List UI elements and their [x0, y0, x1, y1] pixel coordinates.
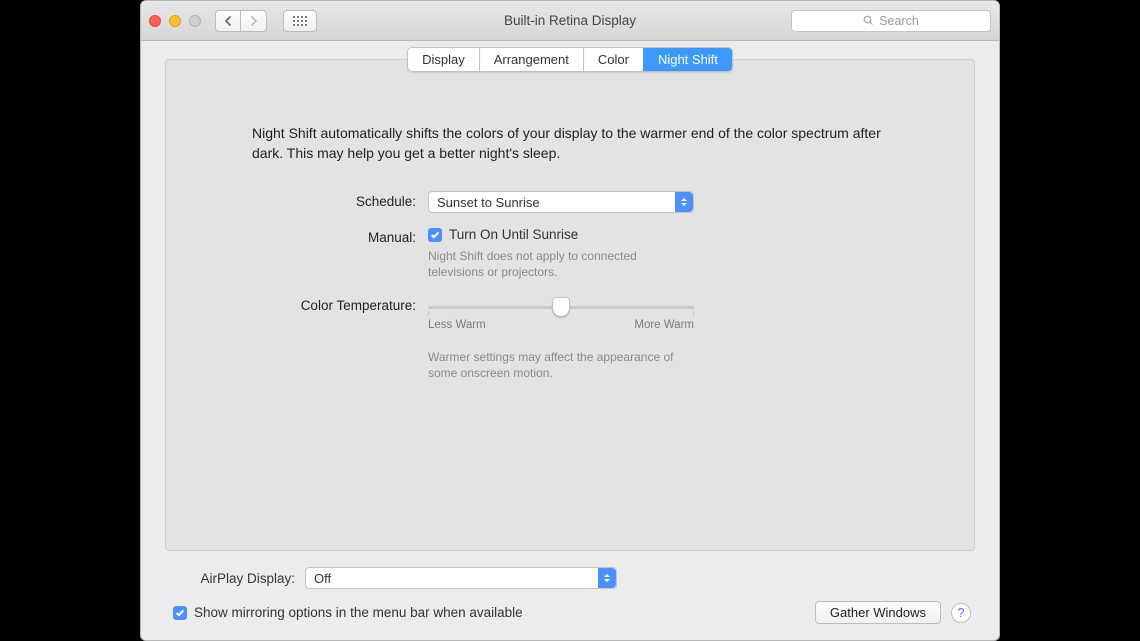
- forward-button[interactable]: [241, 10, 267, 32]
- zoom-window-button[interactable]: [189, 15, 201, 27]
- checkmark-icon: [173, 606, 187, 620]
- back-button[interactable]: [215, 10, 241, 32]
- color-temp-hint: Warmer settings may affect the appearanc…: [428, 349, 694, 381]
- manual-label: Manual:: [252, 227, 428, 245]
- updown-arrows-icon: [598, 568, 616, 588]
- chevron-left-icon: [224, 16, 232, 26]
- slider-max-label: More Warm: [634, 319, 694, 331]
- intro-text: Night Shift automatically shifts the col…: [252, 124, 894, 163]
- schedule-value: Sunset to Sunrise: [437, 195, 540, 210]
- titlebar: Built-in Retina Display Search: [141, 1, 999, 41]
- search-icon: [863, 15, 874, 26]
- close-window-button[interactable]: [149, 15, 161, 27]
- slider-knob[interactable]: [552, 297, 570, 317]
- tab-color[interactable]: Color: [583, 48, 643, 71]
- tab-arrangement[interactable]: Arrangement: [479, 48, 583, 71]
- search-placeholder: Search: [879, 14, 919, 28]
- slider-tick: [693, 311, 694, 316]
- show-all-button[interactable]: [283, 10, 317, 32]
- mirroring-checkbox[interactable]: Show mirroring options in the menu bar w…: [173, 605, 523, 620]
- manual-hint: Night Shift does not apply to connected …: [428, 248, 694, 280]
- airplay-value: Off: [314, 571, 331, 586]
- color-temp-slider[interactable]: [428, 297, 694, 317]
- help-button[interactable]: ?: [951, 603, 971, 623]
- nav-button-group: [215, 10, 267, 32]
- slider-tick: [428, 311, 429, 316]
- grid-icon: [293, 16, 307, 26]
- airplay-select[interactable]: Off: [305, 567, 617, 589]
- settings-panel: Display Arrangement Color Night Shift Ni…: [165, 59, 975, 551]
- slider-min-label: Less Warm: [428, 319, 486, 331]
- chevron-right-icon: [250, 16, 258, 26]
- color-temp-label: Color Temperature:: [252, 295, 428, 313]
- footer: AirPlay Display: Off Show mirroring opti…: [165, 551, 975, 630]
- tab-bar: Display Arrangement Color Night Shift: [407, 47, 733, 72]
- updown-arrows-icon: [675, 192, 693, 212]
- checkmark-icon: [428, 228, 442, 242]
- mirroring-checkbox-label: Show mirroring options in the menu bar w…: [194, 605, 523, 620]
- gather-windows-button[interactable]: Gather Windows: [815, 601, 941, 624]
- manual-checkbox-label: Turn On Until Sunrise: [449, 227, 578, 242]
- airplay-label: AirPlay Display:: [169, 571, 305, 586]
- window-traffic-lights: [149, 15, 201, 27]
- schedule-label: Schedule:: [252, 191, 428, 209]
- search-field[interactable]: Search: [791, 10, 991, 32]
- tab-display[interactable]: Display: [408, 48, 479, 71]
- schedule-select[interactable]: Sunset to Sunrise: [428, 191, 694, 213]
- preferences-window: Built-in Retina Display Search Display A…: [140, 0, 1000, 641]
- tab-night-shift[interactable]: Night Shift: [643, 48, 732, 71]
- minimize-window-button[interactable]: [169, 15, 181, 27]
- manual-checkbox[interactable]: Turn On Until Sunrise: [428, 227, 888, 242]
